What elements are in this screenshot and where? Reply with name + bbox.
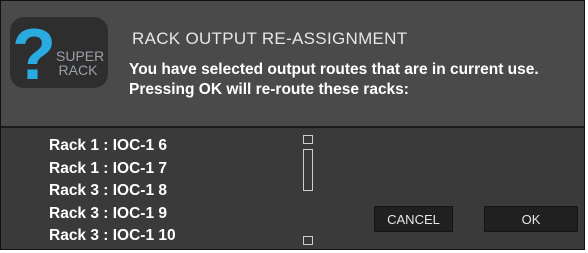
logo-text-rack: RACK (58, 62, 98, 78)
dialog-body: Rack 1 : IOC-1 6 Rack 1 : IOC-1 7 Rack 3… (1, 128, 584, 249)
route-list-item: Rack 1 : IOC-1 7 (49, 159, 168, 177)
scroll-up-button[interactable] (303, 135, 313, 144)
cancel-button[interactable]: CANCEL (374, 206, 453, 232)
dialog-title: RACK OUTPUT RE-ASSIGNMENT (132, 29, 408, 48)
dialog-header: ? SUPER RACK RACK OUTPUT RE-ASSIGNMENT Y… (1, 1, 584, 126)
scroll-down-button[interactable] (303, 236, 313, 245)
scrollbar-thumb[interactable] (303, 149, 313, 191)
ok-button[interactable]: OK (484, 206, 578, 232)
svg-text:?: ? (12, 17, 56, 88)
route-list-item: Rack 1 : IOC-1 6 (49, 137, 168, 154)
route-list-item: Rack 3 : IOC-1 8 (49, 182, 168, 199)
superrack-logo: ? SUPER RACK (10, 17, 108, 88)
route-list-item: Rack 3 : IOC-1 9 (49, 204, 168, 222)
dialog-message: You have selected output routes that are… (129, 61, 539, 98)
route-list[interactable]: Rack 1 : IOC-1 6 Rack 1 : IOC-1 7 Rack 3… (49, 135, 299, 249)
route-list-item: Rack 3 : IOC-1 10 (49, 227, 176, 244)
rack-output-reassignment-dialog: ? SUPER RACK RACK OUTPUT RE-ASSIGNMENT Y… (0, 0, 585, 250)
logo-text-super: SUPER (56, 48, 105, 64)
